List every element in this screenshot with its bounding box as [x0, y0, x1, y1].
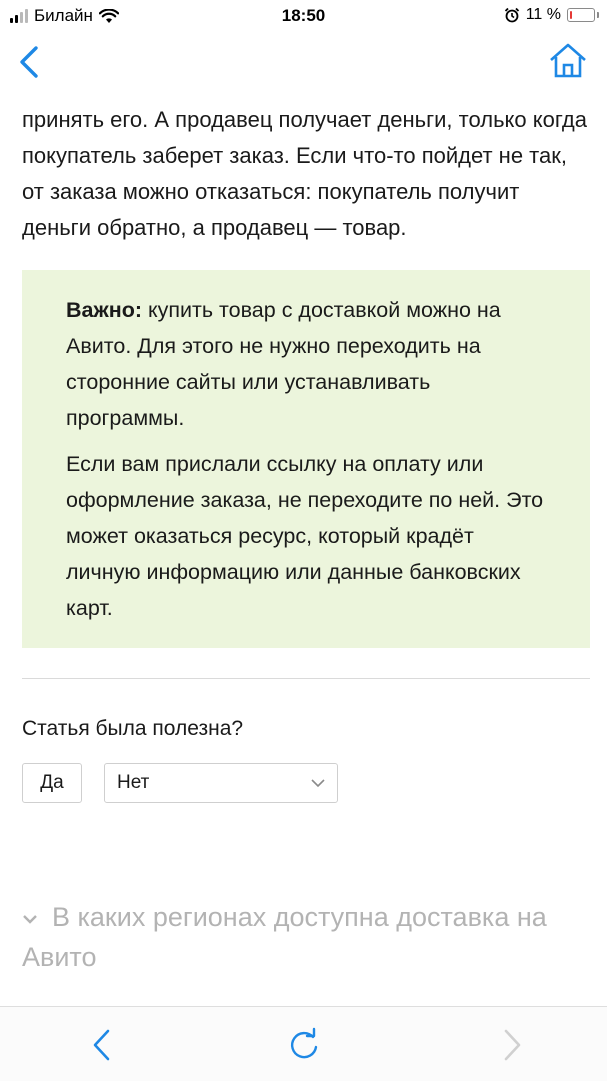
related-article-title: В каких регионах доступна доставка на Ав… — [22, 902, 547, 972]
alarm-icon — [504, 7, 519, 23]
battery-icon — [567, 8, 599, 22]
chevron-down-icon — [23, 915, 37, 924]
divider — [22, 678, 590, 679]
feedback-controls: Да Нет — [22, 763, 590, 803]
callout-paragraph-1: Важно: купить товар с доставкой можно на… — [66, 292, 546, 436]
chevron-down-icon — [311, 779, 325, 788]
back-icon[interactable] — [88, 1027, 120, 1063]
battery-level — [570, 11, 572, 19]
reload-icon[interactable] — [286, 1027, 322, 1063]
status-bar: Билайн 18:50 11 % — [0, 0, 607, 34]
browser-toolbar — [0, 1006, 607, 1081]
no-select-label: Нет — [117, 772, 150, 793]
home-icon[interactable] — [547, 40, 589, 82]
important-callout: Важно: купить товар с доставкой можно на… — [22, 270, 590, 648]
battery-percent: 11 % — [525, 6, 561, 23]
callout-paragraph-2: Если вам прислали ссылку на оплату или о… — [66, 452, 544, 620]
callout-strong: Важно: — [66, 298, 143, 322]
related-article-link[interactable]: В каких регионах доступна доставка на Ав… — [22, 897, 590, 977]
status-right: 11 % — [504, 6, 599, 24]
no-select[interactable]: Нет — [104, 763, 338, 803]
yes-button-label: Да — [40, 772, 64, 793]
article-content: ​ принять его. А продавец получает деньг… — [22, 90, 590, 977]
article-paragraph: принять его. А продавец получает деньги,… — [22, 107, 587, 240]
feedback-question: Статья была полезна? — [22, 717, 244, 740]
clipped-line: ​ — [22, 90, 590, 100]
yes-button[interactable]: Да — [22, 763, 82, 803]
top-nav — [0, 34, 607, 90]
forward-icon[interactable] — [494, 1027, 526, 1063]
back-chevron-icon[interactable] — [14, 44, 48, 80]
